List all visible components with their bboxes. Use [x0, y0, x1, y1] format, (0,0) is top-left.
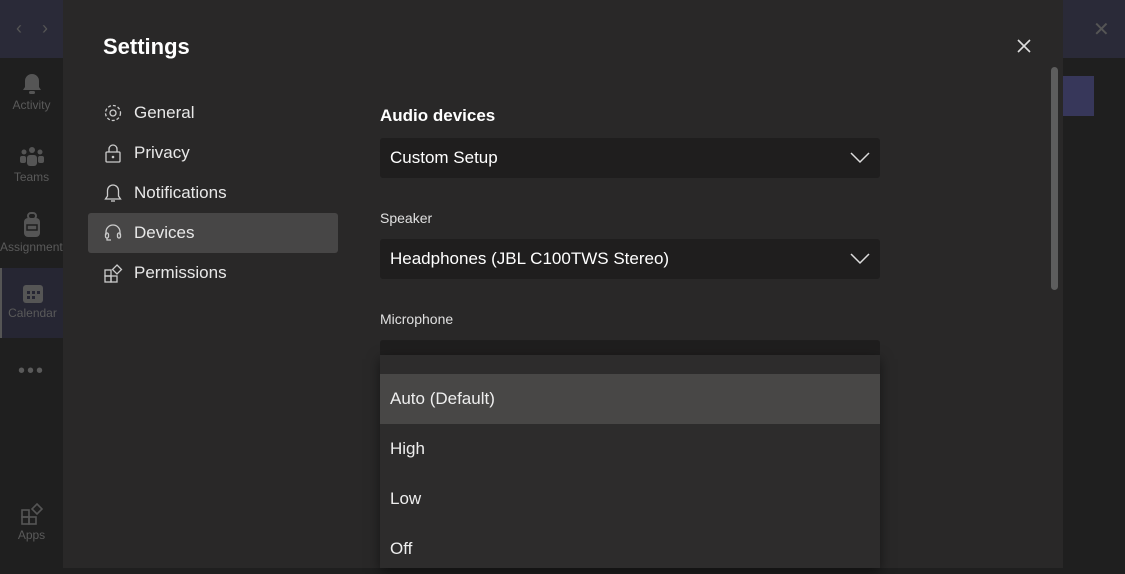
rail-item-teams[interactable]: Teams	[0, 146, 63, 184]
app-rail: Activity Teams Assignments Calendar ••• …	[0, 58, 63, 568]
calendar-icon	[22, 285, 43, 303]
backpack-icon	[23, 212, 40, 237]
bell-icon	[22, 74, 41, 94]
menu-item-notifications[interactable]: Notifications	[88, 173, 338, 213]
audio-devices-select[interactable]: Custom Setup	[380, 138, 880, 178]
menu-item-privacy[interactable]: Privacy	[88, 133, 338, 173]
headset-icon	[104, 224, 122, 241]
close-icon[interactable]	[1014, 36, 1034, 56]
menu-item-general[interactable]: General	[88, 93, 338, 133]
dropdown-option-off[interactable]: Off	[380, 524, 880, 574]
settings-menu: General Privacy Notifications Devices Pe…	[88, 93, 338, 293]
speaker-label: Speaker	[380, 210, 433, 226]
chevron-down-icon	[850, 152, 870, 164]
background-button	[1063, 76, 1094, 116]
microphone-label: Microphone	[380, 311, 454, 327]
apps-icon	[20, 502, 43, 525]
rail-item-apps[interactable]: Apps	[0, 502, 63, 542]
menu-item-devices[interactable]: Devices	[88, 213, 338, 253]
dropdown-list: Auto (Default) High Low Off	[380, 355, 880, 568]
dialog-title: Settings	[103, 34, 190, 59]
chevron-down-icon	[850, 253, 870, 265]
dropdown-option-high[interactable]: High	[380, 424, 880, 474]
more-icon[interactable]: •••	[0, 360, 63, 383]
bell-icon	[104, 184, 122, 202]
audio-devices-heading: Audio devices	[380, 106, 496, 125]
lock-icon	[105, 144, 121, 163]
background-close-icon: ✕	[1093, 19, 1110, 41]
dropdown-option-auto[interactable]: Auto (Default)	[380, 374, 880, 424]
back-forward-arrows[interactable]: ‹›	[16, 18, 68, 39]
teams-icon	[19, 147, 44, 166]
dropdown-option-low[interactable]: Low	[380, 474, 880, 524]
rail-item-calendar[interactable]: Calendar	[0, 268, 63, 338]
speaker-select[interactable]: Headphones (JBL C100TWS Stereo)	[380, 239, 880, 279]
rail-item-activity[interactable]: Activity	[0, 72, 63, 112]
rail-item-assignments[interactable]: Assignments	[0, 212, 63, 254]
gear-icon	[104, 104, 122, 122]
menu-item-permissions[interactable]: Permissions	[88, 253, 338, 293]
settings-dialog: Settings General Privacy Notifications D…	[63, 0, 1063, 568]
background-content	[1063, 58, 1125, 568]
apps-icon	[104, 264, 123, 283]
scrollbar[interactable]	[1051, 67, 1058, 290]
